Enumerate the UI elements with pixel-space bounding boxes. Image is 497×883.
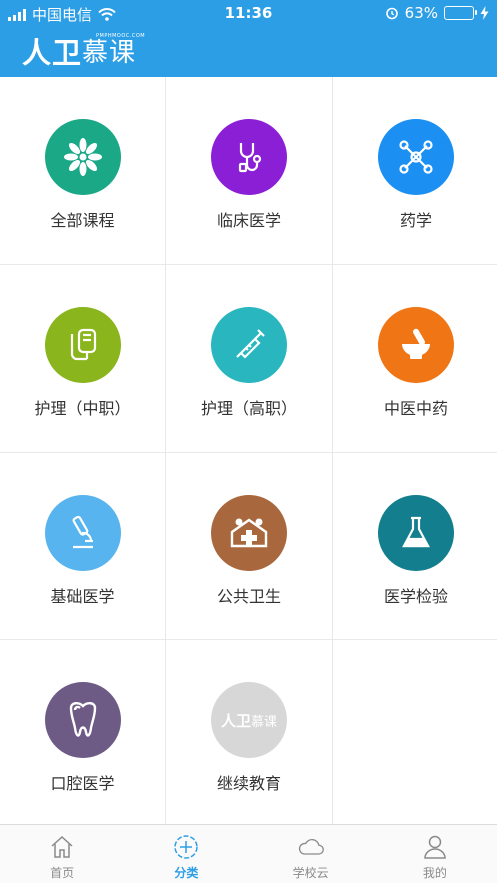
flower-icon: [44, 119, 121, 195]
tab-label: 学校云: [292, 866, 329, 880]
category-label: 全部课程: [50, 211, 115, 230]
mortar-pestle-icon: [378, 306, 454, 383]
category-nursing-vocational[interactable]: 护理（高职）: [166, 264, 332, 452]
empty-cell: [333, 640, 497, 827]
alarm-icon: [385, 7, 398, 20]
category-basic-medicine[interactable]: 基础医学: [0, 452, 165, 640]
charging-icon: [480, 6, 489, 20]
category-pharmacy[interactable]: 药学: [333, 77, 497, 264]
category-label: 继续教育: [216, 774, 281, 794]
tab-mine[interactable]: 我的: [373, 825, 497, 883]
tooth-icon: [44, 682, 121, 759]
stethoscope-icon: [211, 119, 287, 195]
brand-mark: 人卫: [220, 711, 251, 730]
tab-school-cloud[interactable]: 学校云: [249, 825, 373, 883]
brand-mark-2: 慕课: [251, 714, 278, 730]
tab-label: 我的: [422, 866, 447, 880]
category-label: 护理（高职）: [200, 398, 297, 418]
user-icon: [424, 835, 446, 859]
category-continuing-education[interactable]: 人卫 慕课 继续教育: [166, 640, 332, 827]
tab-label: 首页: [50, 866, 75, 880]
category-stomatology[interactable]: 口腔医学: [0, 640, 165, 827]
brand-domain: PMPHMOOC.COM: [96, 33, 146, 39]
syringe-icon: [211, 306, 287, 383]
category-all-courses[interactable]: 全部课程: [0, 77, 165, 264]
app-header: 中国电信 11:36 63% PMPHMOOC.COM 人卫 慕课: [0, 0, 497, 77]
status-bar: 中国电信 11:36 63%: [0, 0, 497, 26]
category-label: 护理（中职）: [34, 398, 131, 418]
tab-home[interactable]: 首页: [0, 825, 124, 883]
category-clinical-medicine[interactable]: 临床医学: [166, 77, 332, 264]
category-label: 中医中药: [383, 398, 448, 418]
category-lab-medicine[interactable]: 医学检验: [333, 452, 497, 640]
category-label: 口腔医学: [50, 774, 115, 794]
brand-logo-icon: 人卫 慕课: [211, 682, 287, 759]
category-label: 基础医学: [50, 586, 115, 606]
cloud-icon: [298, 839, 324, 855]
tab-category[interactable]: 分类: [124, 825, 248, 883]
tab-label: 分类: [174, 866, 199, 880]
battery-percent: 63%: [404, 4, 438, 22]
molecule-icon: [378, 119, 454, 195]
category-plus-icon: [174, 835, 199, 859]
brand-name-part2: 慕课: [82, 38, 137, 68]
flask-icon: [378, 494, 454, 571]
iv-drip-icon: [44, 306, 121, 383]
category-label: 临床医学: [216, 211, 281, 230]
category-nursing-secondary[interactable]: 护理（中职）: [0, 264, 165, 452]
category-public-health[interactable]: 公共卫生: [166, 452, 332, 640]
bottom-tab-bar: 首页 分类 学校云 我的: [0, 824, 497, 883]
category-grid: 全部课程 临床医学 药学 护理（中职） 护理（高职） 中医中药 基础医学 公共卫…: [0, 77, 497, 827]
microscope-icon: [44, 494, 121, 571]
category-label: 公共卫生: [216, 586, 281, 606]
brand-logo: PMPHMOOC.COM 人卫 慕课: [22, 30, 145, 70]
home-icon: [51, 835, 73, 858]
hospital-icon: [211, 494, 287, 571]
battery-icon: [444, 6, 477, 20]
category-label: 药学: [399, 211, 432, 230]
category-tcm[interactable]: 中医中药: [333, 264, 497, 452]
category-label: 医学检验: [383, 586, 448, 606]
brand-name-part1: 人卫: [22, 36, 83, 70]
